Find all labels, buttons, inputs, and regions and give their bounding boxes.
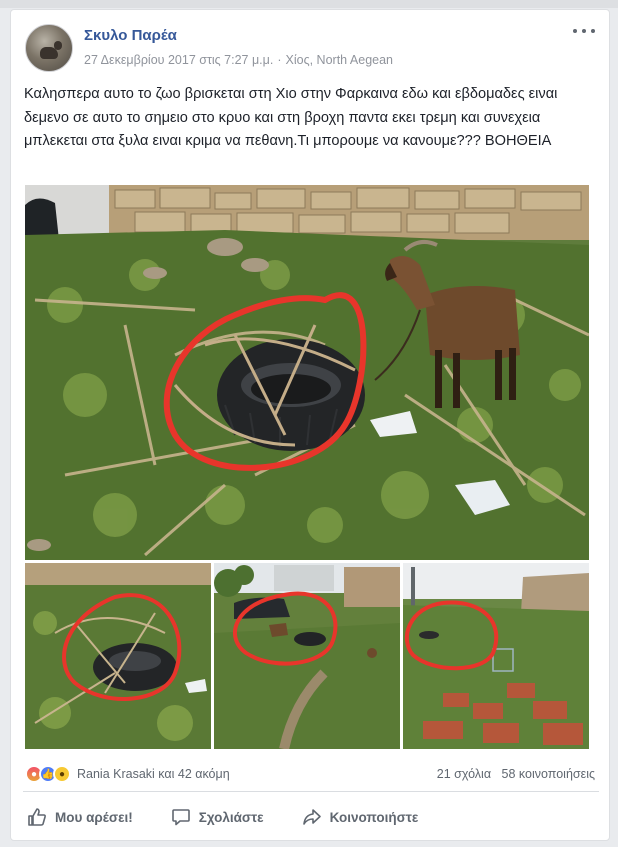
post-meta: 27 Δεκεμβρίου 2017 στις 7:27 μ.μ. · Χίος, … bbox=[84, 53, 393, 67]
post-card: Σκυλο Παρέα 27 Δεκεμβρίου 2017 στις 7:27… bbox=[10, 9, 610, 841]
comment-button[interactable]: Σχολιάστε bbox=[167, 801, 268, 833]
reactions-summary[interactable]: ● 👍 ● Rania Krasaki και 42 ακόμη bbox=[25, 765, 230, 783]
photo-thumb-goat-car[interactable] bbox=[214, 563, 400, 749]
comment-label: Σχολιάστε bbox=[198, 809, 264, 825]
divider bbox=[23, 791, 599, 792]
post-text: Καλησπερα αυτο το ζωο βρισκεται στη Χιο … bbox=[24, 86, 558, 149]
share-label: Κοινοποιήστε bbox=[329, 809, 419, 825]
like-button[interactable]: Μου αρέσει! bbox=[23, 801, 137, 833]
share-arrow-icon bbox=[302, 809, 321, 825]
like-label: Μου αρέσει! bbox=[55, 809, 133, 825]
previous-post-edge bbox=[0, 0, 618, 8]
avatar-dog-head-shape bbox=[54, 41, 62, 50]
post-location[interactable]: Χίος, North Aegean bbox=[286, 53, 393, 67]
photo-grid bbox=[25, 185, 589, 749]
action-bar: Μου αρέσει! Σχολιάστε Κοινοποιήστε bbox=[23, 800, 599, 834]
comment-icon bbox=[171, 809, 190, 826]
engagement-counts: 21 σχόλια 58 κοινοποιήσεις bbox=[430, 767, 595, 781]
more-options-icon[interactable] bbox=[573, 24, 595, 38]
meta-separator: · bbox=[277, 53, 282, 67]
photo-thumb-tire-closeup[interactable] bbox=[25, 563, 211, 749]
share-button[interactable]: Κοινοποιήστε bbox=[298, 801, 423, 833]
photo-main-goat-tire[interactable] bbox=[25, 185, 589, 560]
comments-count[interactable]: 21 σχόλια bbox=[437, 767, 491, 781]
photo-thumb-field-rocks[interactable] bbox=[403, 563, 589, 749]
shares-count[interactable]: 58 κοινοποιήσεις bbox=[502, 767, 595, 781]
thumbs-up-icon bbox=[28, 808, 46, 826]
reaction-names[interactable]: Rania Krasaki και 42 ακόμη bbox=[77, 767, 230, 781]
sad-icon: ● bbox=[53, 765, 71, 783]
page-avatar[interactable] bbox=[25, 24, 73, 72]
post-date[interactable]: 27 Δεκεμβρίου 2017 στις 7:27 μ.μ. bbox=[84, 53, 273, 67]
page-name-link[interactable]: Σκυλο Παρέα bbox=[84, 27, 177, 44]
